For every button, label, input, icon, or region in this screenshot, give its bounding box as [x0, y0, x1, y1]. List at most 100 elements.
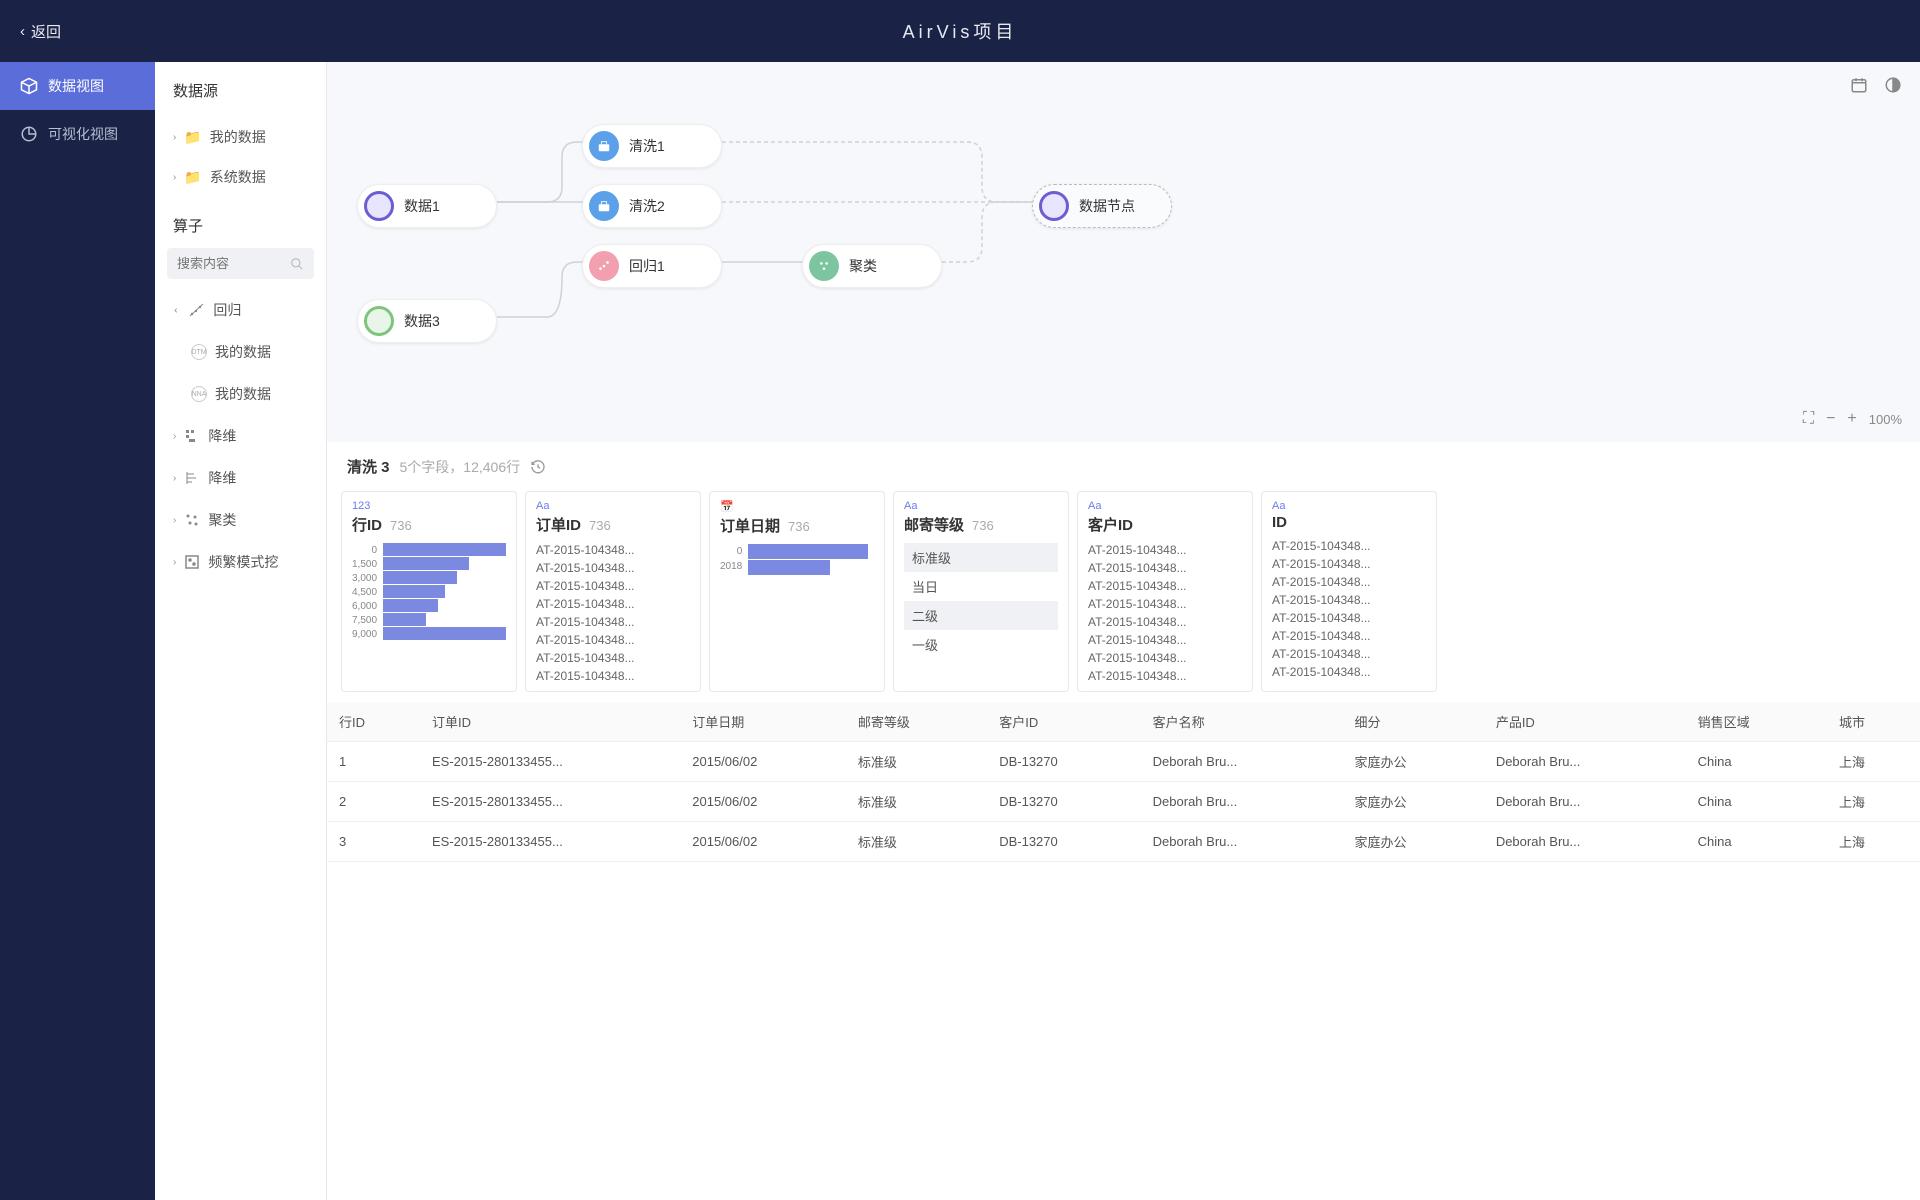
chevron-right-icon: ›	[173, 172, 176, 183]
op-label: 降维	[208, 426, 236, 446]
type-badge: Aa	[536, 500, 690, 512]
type-badge: 📅	[720, 500, 874, 513]
calendar-icon[interactable]	[1850, 76, 1868, 94]
sidebar: 数据源 › 📁 我的数据 › 📁 系统数据 算子 ⌄ 回归 DTM	[155, 62, 327, 1200]
card-count: 736	[788, 519, 810, 534]
type-badge: Aa	[904, 500, 1058, 512]
chevron-right-icon: ›	[173, 132, 176, 143]
flow-node-clean1[interactable]: 清洗1	[582, 124, 722, 168]
op-label: 聚类	[208, 510, 236, 530]
chevron-left-icon: ‹	[20, 23, 25, 40]
card-name: 客户ID	[1088, 514, 1133, 535]
data-panel: 清洗 3 5个字段，12,406行 123 行ID736 01,5003,000…	[327, 442, 1920, 1200]
flow-node-data1[interactable]: 数据1	[357, 184, 497, 228]
op-label: 我的数据	[215, 384, 271, 404]
flow-canvas[interactable]: 数据1 清洗1 清洗2 数据3	[327, 62, 1920, 442]
chevron-down-icon: ⌄	[172, 306, 183, 314]
panel-meta: 5个字段，12,406行	[400, 457, 521, 477]
dimred-icon	[184, 428, 200, 444]
node-label: 清洗1	[629, 136, 665, 156]
dimred2-icon	[184, 470, 200, 486]
source-system-data[interactable]: › 📁 系统数据	[155, 157, 326, 197]
flow-node-data3[interactable]: 数据3	[357, 299, 497, 343]
card-order-date[interactable]: 📅 订单日期736 02018	[709, 491, 885, 692]
sources-heading: 数据源	[155, 80, 326, 117]
card-customer-id[interactable]: Aa 客户ID AT-2015-104348...AT-2015-104348.…	[1077, 491, 1253, 692]
node-label: 聚类	[849, 256, 877, 276]
pie-icon	[20, 125, 38, 143]
zoom-out-button[interactable]: −	[1826, 410, 1835, 428]
tree-label: 我的数据	[210, 127, 266, 147]
op-label: 回归	[213, 300, 241, 320]
clean-icon	[589, 131, 619, 161]
node-label: 数据3	[404, 311, 440, 331]
history-icon[interactable]	[530, 459, 546, 475]
badge-icon: NNA	[191, 386, 207, 402]
type-badge: 123	[352, 500, 506, 512]
operators-heading: 算子	[155, 197, 326, 248]
node-label: 清洗2	[629, 196, 665, 216]
chevron-right-icon: ›	[173, 431, 176, 442]
zoom-controls: ⛶ − + 100%	[1803, 410, 1902, 428]
flow-node-reg1[interactable]: 回归1	[582, 244, 722, 288]
op-dimred-2[interactable]: › 降维	[155, 457, 326, 499]
clean-icon	[589, 191, 619, 221]
card-count: 736	[972, 518, 994, 533]
op-regression-child-1[interactable]: DTM 我的数据	[155, 331, 326, 373]
card-name: 订单ID	[536, 514, 581, 535]
pattern-icon	[184, 554, 200, 570]
search-box	[167, 248, 314, 279]
card-order-id[interactable]: Aa 订单ID736 AT-2015-104348...AT-2015-1043…	[525, 491, 701, 692]
back-label: 返回	[31, 21, 61, 42]
op-pattern[interactable]: › 频繁模式挖	[155, 541, 326, 583]
fit-icon[interactable]: ⛶	[1803, 410, 1814, 428]
folder-icon: 📁	[184, 129, 201, 146]
card-name: ID	[1272, 514, 1287, 531]
panel-title: 清洗 3	[347, 456, 390, 477]
badge-icon: DTM	[191, 344, 207, 360]
main-content: 数据1 清洗1 清洗2 数据3	[327, 62, 1920, 1200]
op-label: 频繁模式挖	[208, 552, 278, 572]
type-badge: Aa	[1088, 500, 1242, 512]
card-count: 736	[390, 518, 412, 533]
zoom-level: 100%	[1869, 412, 1902, 427]
nav-label: 可视化视图	[48, 124, 118, 144]
search-icon	[290, 257, 304, 271]
chevron-right-icon: ›	[173, 557, 176, 568]
op-regression-child-2[interactable]: NNA 我的数据	[155, 373, 326, 415]
op-dimred-1[interactable]: › 降维	[155, 415, 326, 457]
node-label: 数据节点	[1079, 196, 1135, 216]
back-button[interactable]: ‹ 返回	[0, 21, 81, 42]
card-row-id[interactable]: 123 行ID736 01,5003,0004,5006,0007,5009,0…	[341, 491, 517, 692]
card-id[interactable]: Aa ID AT-2015-104348...AT-2015-104348...…	[1261, 491, 1437, 692]
folder-icon: 📁	[184, 169, 201, 186]
nav-viz-view[interactable]: 可视化视图	[0, 110, 155, 158]
cluster-icon	[809, 251, 839, 281]
regression-icon	[589, 251, 619, 281]
op-cluster[interactable]: › 聚类	[155, 499, 326, 541]
op-label: 我的数据	[215, 342, 271, 362]
regression-icon	[189, 302, 205, 318]
card-name: 订单日期	[720, 515, 780, 536]
flow-node-cluster[interactable]: 聚类	[802, 244, 942, 288]
tree-label: 系统数据	[210, 167, 266, 187]
source-my-data[interactable]: › 📁 我的数据	[155, 117, 326, 157]
cube-icon	[20, 77, 38, 95]
node-label: 回归1	[629, 256, 665, 276]
op-regression[interactable]: ⌄ 回归	[155, 289, 326, 331]
cluster-icon	[184, 512, 200, 528]
data-table[interactable]: 行ID订单ID订单日期邮寄等级客户ID客户名称细分产品ID销售区域城市 1ES-…	[327, 702, 1920, 1200]
zoom-in-button[interactable]: +	[1847, 410, 1856, 428]
nav-data-view[interactable]: 数据视图	[0, 62, 155, 110]
type-badge: Aa	[1272, 500, 1426, 512]
contrast-icon[interactable]	[1884, 76, 1902, 94]
card-name: 邮寄等级	[904, 514, 964, 535]
app-header: ‹ 返回 AirVis项目	[0, 0, 1920, 62]
flow-node-endpoint[interactable]: 数据节点	[1032, 184, 1172, 228]
card-ship-level[interactable]: Aa 邮寄等级736 标准级当日二级一级	[893, 491, 1069, 692]
chevron-right-icon: ›	[173, 515, 176, 526]
flow-node-clean2[interactable]: 清洗2	[582, 184, 722, 228]
page-title: AirVis项目	[903, 18, 1018, 44]
op-label: 降维	[208, 468, 236, 488]
field-cards: 123 行ID736 01,5003,0004,5006,0007,5009,0…	[327, 491, 1920, 702]
